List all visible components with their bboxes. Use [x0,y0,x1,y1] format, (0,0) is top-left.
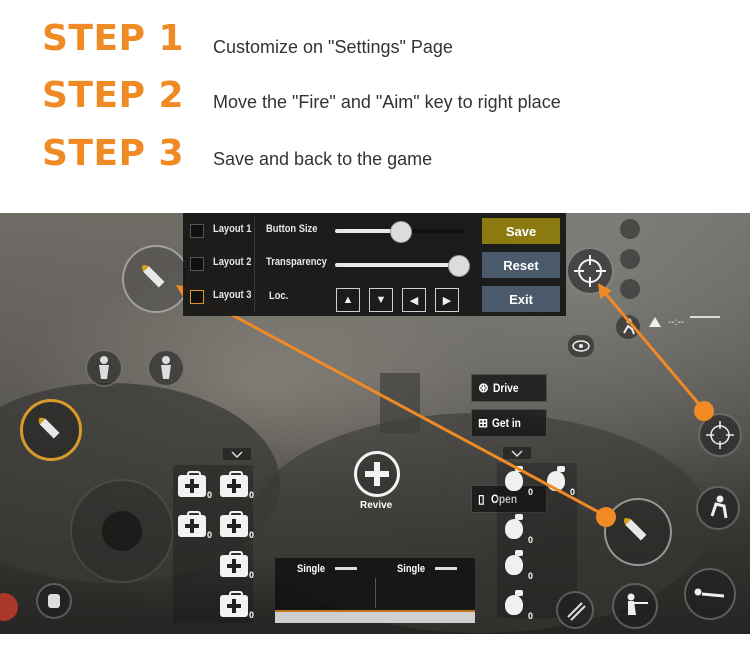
step-1-description: Customize on "Settings" Page [213,37,453,57]
layout-2-label: Layout 2 [213,256,252,268]
arrow-right-icon: ▶ [442,294,452,307]
layout-3-label: Layout 3 [213,289,252,301]
layout-3-checkbox[interactable] [190,290,204,304]
arrow-down-icon: ▼ [375,294,387,306]
step-3-title: STEP 3 [42,133,185,174]
transparency-knob[interactable] [448,255,470,277]
step-1-title: STEP 1 [42,18,185,59]
step-3-row: STEP 3 Save and back to the game [0,133,750,183]
layout-1-label: Layout 1 [213,223,252,235]
arrow-left-icon: ◀ [409,294,419,307]
location-label: Loc. [269,290,289,302]
move-up-button[interactable]: ▲ [336,288,360,312]
move-left-button[interactable]: ◀ [402,288,426,312]
arrow-up-icon: ▲ [342,294,354,306]
button-size-knob[interactable] [390,221,412,243]
move-right-button[interactable]: ▶ [435,288,459,312]
customize-layout-panel: Layout 1 Layout 2 Layout 3 Button Size T… [183,213,566,316]
layout-2-checkbox[interactable] [190,257,204,271]
exit-button[interactable]: Exit [482,286,560,312]
transparency-label: Transparency [266,256,327,268]
transparency-slider[interactable] [335,255,470,277]
fire-arrow-origin-dot [596,507,616,527]
aim-key-arrow [598,286,706,411]
fire-key-arrow [179,285,607,518]
layout-1-checkbox[interactable] [190,224,204,238]
step-3-description: Save and back to the game [213,149,433,169]
step-1-row: STEP 1 Customize on "Settings" Page [0,18,750,68]
move-down-button[interactable]: ▼ [369,288,393,312]
button-size-slider[interactable] [335,221,465,243]
reset-button[interactable]: Reset [482,252,560,278]
step-2-description: Move the "Fire" and "Aim" key to right p… [213,92,561,112]
aim-arrow-origin-dot [694,401,714,421]
button-size-label: Button Size [266,223,318,235]
save-button[interactable]: Save [482,218,560,244]
step-2-title: STEP 2 [42,75,185,116]
step-2-row: STEP 2 Move the "Fire" and "Aim" key to … [0,75,750,125]
transparency-fill [335,263,459,267]
panel-divider [254,217,255,312]
